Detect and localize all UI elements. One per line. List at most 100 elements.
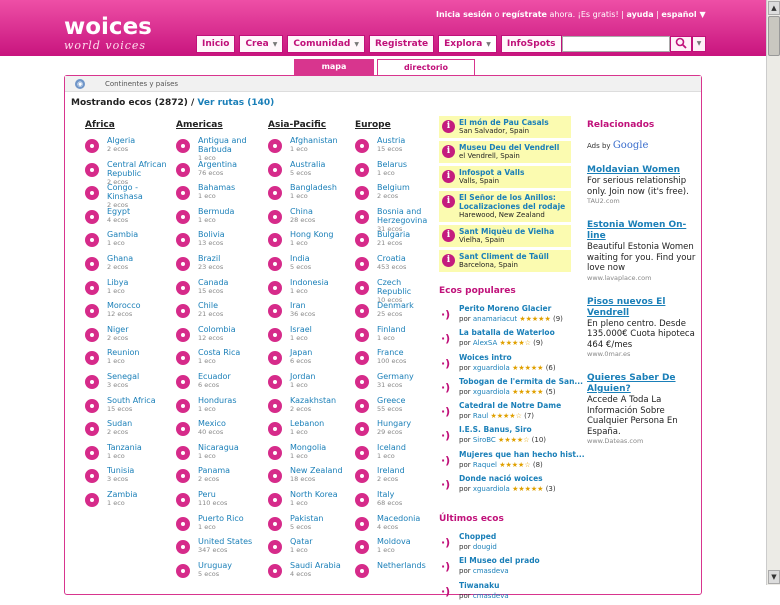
country-item[interactable]: Ireland 2 ecos [355, 466, 435, 490]
country-name[interactable]: Belgium [377, 183, 435, 192]
country-item[interactable]: Reunion 1 eco [85, 348, 171, 372]
ad-url[interactable]: www.Dateas.com [587, 437, 697, 446]
scroll-down-arrow-icon[interactable]: ▼ [768, 570, 780, 584]
country-item[interactable]: Brazil 23 ecos [176, 254, 262, 278]
ad-title-link[interactable]: Moldavian Women [587, 165, 697, 176]
country-item[interactable]: Puerto Rico 1 eco [176, 514, 262, 538]
country-item[interactable]: Czech Republic 10 ecos [355, 278, 435, 304]
country-item[interactable]: Argentina 76 ecos [176, 160, 262, 184]
country-name[interactable]: South Africa [107, 396, 171, 405]
country-item[interactable]: Tanzania 1 eco [85, 443, 171, 467]
infospot-title[interactable]: Sant Climent de Taüll [459, 252, 569, 261]
echo-author-link[interactable]: cmasdeva [473, 592, 509, 600]
country-name[interactable]: Mexico [198, 419, 262, 428]
country-item[interactable]: Hungary 29 ecos [355, 419, 435, 443]
country-name[interactable]: Afghanistan [290, 136, 354, 145]
country-name[interactable]: Algeria [107, 136, 171, 145]
continent-heading-0[interactable]: Africa [85, 120, 115, 130]
tab-directory[interactable]: directorio [377, 59, 475, 76]
language-select[interactable]: español ▼ [661, 10, 705, 19]
help-link[interactable]: ayuda [626, 10, 653, 19]
country-name[interactable]: Ireland [377, 466, 435, 475]
infospot-item[interactable]: i Infospot a Valls Valls, Spain [439, 166, 571, 188]
country-name[interactable]: France [377, 348, 435, 357]
country-item[interactable]: Bangladesh 1 eco [268, 183, 354, 207]
register-link[interactable]: regístrate [502, 10, 547, 19]
country-item[interactable]: Greece 55 ecos [355, 396, 435, 420]
ad-title-link[interactable]: Estonia Women On-line [587, 220, 697, 242]
country-name[interactable]: Netherlands [377, 561, 435, 570]
country-item[interactable]: Italy 68 ecos [355, 490, 435, 514]
country-name[interactable]: Bulgaria [377, 230, 435, 239]
country-name[interactable]: Panama [198, 466, 262, 475]
echo-item[interactable]: ·) Woices intro por xguardiola ★★★★★ (6) [439, 353, 579, 377]
country-name[interactable]: Pakistan [290, 514, 354, 523]
country-name[interactable]: Qatar [290, 537, 354, 546]
ads-by-google[interactable]: Ads by Google [587, 140, 697, 151]
echo-title[interactable]: Mujeres que han hecho hist... [459, 450, 585, 460]
nav-infospots-button[interactable]: InfoSpots [500, 35, 562, 53]
country-item[interactable]: Nicaragua 1 eco [176, 443, 262, 467]
country-name[interactable]: Ghana [107, 254, 171, 263]
country-item[interactable]: Gambia 1 eco [85, 230, 171, 254]
country-name[interactable]: Peru [198, 490, 262, 499]
echo-item[interactable]: ·) Donde nació woices por xguardiola ★★★★★… [439, 474, 579, 498]
nav-comunidad-button[interactable]: Comunidad ▼ [287, 35, 365, 53]
country-name[interactable]: China [290, 207, 354, 216]
infospot-item[interactable]: i El Señor de los Anillos: Localizaciones… [439, 191, 571, 222]
country-item[interactable]: Belarus 1 eco [355, 160, 435, 184]
ad-title-link[interactable]: Quieres Saber De Alguien? [587, 373, 697, 395]
country-item[interactable]: Sudan 2 ecos [85, 419, 171, 443]
country-item[interactable]: Bulgaria 21 ecos [355, 230, 435, 254]
echo-author-link[interactable]: SiroBC [473, 436, 496, 444]
ad-url[interactable]: www.0mar.es [587, 350, 697, 359]
view-routes-link[interactable]: Ver rutas (140) [197, 98, 274, 108]
country-item[interactable]: Lebanon 1 eco [268, 419, 354, 443]
country-item[interactable]: Antigua and Barbuda 1 eco [176, 136, 262, 162]
echo-title[interactable]: Woices intro [459, 353, 579, 363]
echo-title[interactable]: Tobogan de l'ermita de San... [459, 377, 583, 387]
country-name[interactable]: Lebanon [290, 419, 354, 428]
country-item[interactable]: Germany 31 ecos [355, 372, 435, 396]
echo-item[interactable]: ·) Catedral de Notre Dame por Raul ★★★★☆ (… [439, 401, 579, 425]
echo-author-link[interactable]: cmasdeva [473, 567, 509, 575]
country-item[interactable]: Uruguay 5 ecos [176, 561, 262, 585]
country-item[interactable]: Niger 2 ecos [85, 325, 171, 349]
infospot-item[interactable]: i Sant Climent de Taüll Barcelona, Spain [439, 250, 571, 272]
country-name[interactable]: Puerto Rico [198, 514, 262, 523]
country-name[interactable]: Saudi Arabia [290, 561, 354, 570]
echo-item[interactable]: ·) I.E.S. Banus, Siro por SiroBC ★★★★☆ (10… [439, 425, 579, 449]
country-item[interactable]: Peru 110 ecos [176, 490, 262, 514]
country-name[interactable]: Iceland [377, 443, 435, 452]
country-item[interactable]: Afghanistan 1 eco [268, 136, 354, 160]
country-item[interactable]: Iran 36 ecos [268, 301, 354, 325]
continent-heading-3[interactable]: Europe [355, 120, 391, 130]
country-name[interactable]: Egypt [107, 207, 171, 216]
country-item[interactable]: Costa Rica 1 eco [176, 348, 262, 372]
echo-title[interactable]: Catedral de Notre Dame [459, 401, 579, 411]
echo-item[interactable]: ·) Chopped por dougid [439, 532, 579, 556]
echo-author-link[interactable]: anamariacut [473, 315, 517, 323]
country-name[interactable]: Japan [290, 348, 354, 357]
country-item[interactable]: Algeria 2 ecos [85, 136, 171, 160]
scrollbar-thumb[interactable] [768, 16, 780, 56]
country-item[interactable]: Zambia 1 eco [85, 490, 171, 514]
country-name[interactable]: Bosnia and Herzegovina [377, 207, 435, 225]
country-name[interactable]: Reunion [107, 348, 171, 357]
country-name[interactable]: Iran [290, 301, 354, 310]
ad-url[interactable]: TAU2.com [587, 197, 697, 206]
country-item[interactable]: Qatar 1 eco [268, 537, 354, 561]
country-name[interactable]: India [290, 254, 354, 263]
country-name[interactable]: Germany [377, 372, 435, 381]
echo-author-link[interactable]: Raul [473, 412, 488, 420]
country-name[interactable]: Gambia [107, 230, 171, 239]
country-name[interactable]: Denmark [377, 301, 435, 310]
country-name[interactable]: Ecuador [198, 372, 262, 381]
echo-item[interactable]: ·) Perito Moreno Glacier por anamariacut ★… [439, 304, 579, 328]
country-item[interactable]: New Zealand 18 ecos [268, 466, 354, 490]
country-item[interactable]: Denmark 25 ecos [355, 301, 435, 325]
country-item[interactable]: India 5 ecos [268, 254, 354, 278]
country-item[interactable]: Bolivia 13 ecos [176, 230, 262, 254]
country-name[interactable]: Congo - Kinshasa [107, 183, 171, 201]
ad-title-link[interactable]: Pisos nuevos El Vendrell [587, 297, 697, 319]
